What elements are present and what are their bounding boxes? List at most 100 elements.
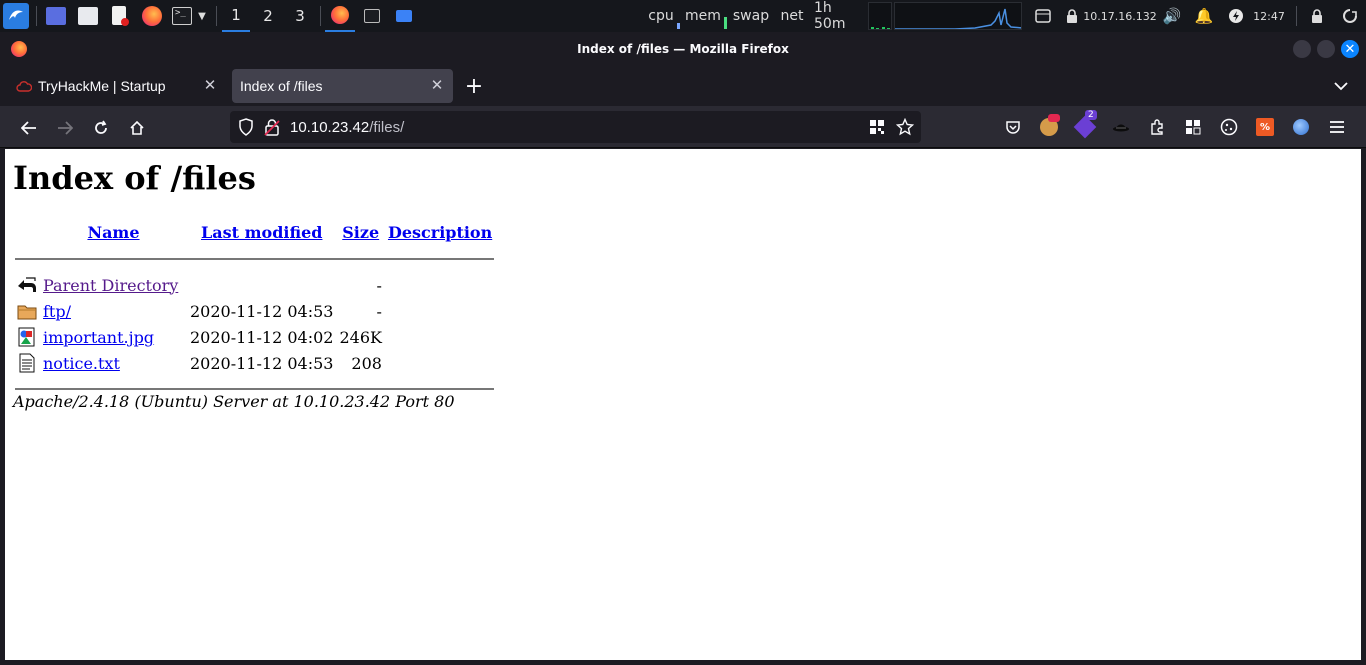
forward-button[interactable]: [51, 114, 79, 142]
workspace-1[interactable]: 1: [222, 0, 250, 32]
notification-bell-icon[interactable]: 🔔: [1194, 0, 1214, 32]
name-cell: Parent Directory: [41, 273, 186, 297]
tab-index-of-files[interactable]: Index of /files ✕: [232, 69, 453, 103]
text-editor-launcher[interactable]: [108, 0, 132, 32]
home-button[interactable]: [123, 114, 151, 142]
notice-txt-link[interactable]: notice.txt: [43, 354, 120, 373]
qr-code-icon[interactable]: [867, 117, 887, 137]
net-monitor[interactable]: net: [779, 0, 805, 32]
sort-by-modified-link[interactable]: Last modified: [201, 223, 322, 242]
name-cell: important.jpg: [41, 325, 186, 349]
workspace-2[interactable]: 2: [254, 0, 282, 32]
sort-by-size-link[interactable]: Size: [342, 223, 379, 242]
directory-listing-table: Name Last modified Size Description Pare…: [13, 217, 496, 403]
taskbar-firefox[interactable]: [325, 0, 355, 32]
window-titlebar[interactable]: Index of /files — Mozilla Firefox ✕: [0, 36, 1366, 62]
hackbar-icon[interactable]: %: [1254, 116, 1276, 138]
ftp-folder-link[interactable]: ftp/: [43, 302, 71, 321]
cookie-icon[interactable]: [1218, 116, 1240, 138]
list-all-tabs-button[interactable]: [1330, 76, 1352, 96]
table-row: important.jpg 2020-11-12 04:02 246K: [15, 325, 494, 349]
icon-cell: [15, 299, 39, 323]
volume-icon[interactable]: 🔊: [1162, 0, 1182, 32]
panel-separator: [320, 6, 321, 26]
swap-label: swap: [732, 8, 770, 24]
taskbar-terminal[interactable]: [357, 0, 387, 32]
chevron-down-icon[interactable]: ▼: [195, 0, 209, 32]
tab-tryhackme[interactable]: TryHackMe | Startup ✕: [8, 69, 226, 103]
sort-by-description-link[interactable]: Description: [388, 223, 492, 242]
mem-bar: [724, 17, 727, 29]
logout-icon[interactable]: [1340, 0, 1360, 32]
grid-extension-icon[interactable]: [1182, 116, 1204, 138]
terminal-launcher[interactable]: >_: [170, 0, 194, 32]
vpn-lock-icon[interactable]: [1064, 0, 1080, 32]
hat-extension-icon[interactable]: [1110, 116, 1132, 138]
url-path: /files/: [369, 118, 405, 136]
workspace-3[interactable]: 3: [286, 0, 314, 32]
tab-close-icon[interactable]: ✕: [429, 76, 445, 94]
mem-label: mem: [685, 8, 721, 24]
hamburger-menu-icon[interactable]: [1326, 116, 1348, 138]
firefox-icon: [142, 6, 162, 26]
home-icon: [130, 120, 144, 135]
extensions-puzzle-icon[interactable]: [1146, 116, 1168, 138]
firefox-launcher[interactable]: [140, 0, 164, 32]
show-desktop-button[interactable]: [44, 0, 68, 32]
reload-button[interactable]: [87, 114, 115, 142]
lock-screen-icon[interactable]: [1308, 0, 1326, 32]
plus-icon: +: [464, 73, 484, 99]
ip-address-label: 10.17.16.132: [1083, 9, 1157, 23]
net-label: net: [780, 8, 804, 24]
tab-close-icon[interactable]: ✕: [202, 76, 218, 94]
separator-row: [15, 247, 495, 271]
wappalyzer-icon[interactable]: 2: [1073, 110, 1097, 139]
power-status-icon[interactable]: [1226, 0, 1246, 32]
table-row: Parent Directory -: [15, 273, 494, 297]
close-window-button[interactable]: ✕: [1341, 40, 1359, 58]
page-title: Index of /files: [13, 159, 256, 197]
close-icon: ✕: [1344, 41, 1356, 57]
mem-monitor[interactable]: mem: [685, 0, 721, 32]
swap-monitor[interactable]: swap: [732, 0, 770, 32]
tab-strip: TryHackMe | Startup ✕ Index of /files ✕ …: [0, 62, 1366, 106]
pocket-icon[interactable]: [1002, 116, 1024, 138]
file-manager-icon: [78, 7, 98, 25]
description-column-header: Description: [386, 219, 494, 245]
horizontal-rule: [15, 388, 495, 390]
file-manager-launcher[interactable]: [76, 0, 100, 32]
cpu-monitor[interactable]: cpu: [648, 0, 674, 32]
modified-column-header: Last modified: [188, 219, 335, 245]
cookie-editor-icon[interactable]: [1038, 114, 1060, 138]
tryhackme-cloud-icon: [16, 81, 32, 92]
minimize-button[interactable]: [1293, 40, 1311, 58]
size-column-header: Size: [337, 219, 384, 245]
kali-menu-button[interactable]: [2, 0, 30, 32]
tracking-protection-shield-icon[interactable]: [238, 118, 254, 136]
extension-badge: 2: [1085, 110, 1097, 120]
window-list-icon[interactable]: [1034, 0, 1052, 32]
size-cell: -: [376, 301, 382, 321]
taskbar-folder[interactable]: [389, 0, 419, 32]
uptime-label: 1h 50m: [814, 0, 846, 32]
back-button[interactable]: [15, 114, 43, 142]
maximize-button[interactable]: [1317, 40, 1335, 58]
important-jpg-link[interactable]: important.jpg: [43, 328, 154, 347]
url-host: 10.10.23.42: [290, 118, 370, 136]
description-cell: [386, 351, 494, 375]
foxyproxy-icon[interactable]: [1290, 116, 1312, 138]
bookmark-star-icon[interactable]: [895, 117, 915, 137]
url-bar[interactable]: 10.10.23.42/files/: [230, 111, 921, 143]
tab-label-wrap: TryHackMe | Startup: [16, 69, 166, 103]
insecure-lock-icon[interactable]: [264, 118, 280, 136]
name-cell: notice.txt: [41, 351, 186, 375]
parent-directory-link[interactable]: Parent Directory: [43, 276, 178, 295]
icon-cell: [15, 273, 39, 297]
icon-cell: [15, 325, 39, 349]
table-row: ftp/ 2020-11-12 04:53 -: [15, 299, 494, 323]
clock[interactable]: 12:47: [1252, 0, 1286, 32]
new-tab-button[interactable]: +: [462, 73, 486, 99]
url-text[interactable]: 10.10.23.42/files/: [290, 111, 404, 143]
server-signature: Apache/2.4.18 (Ubuntu) Server at 10.10.2…: [13, 392, 455, 411]
sort-by-name-link[interactable]: Name: [87, 223, 139, 242]
